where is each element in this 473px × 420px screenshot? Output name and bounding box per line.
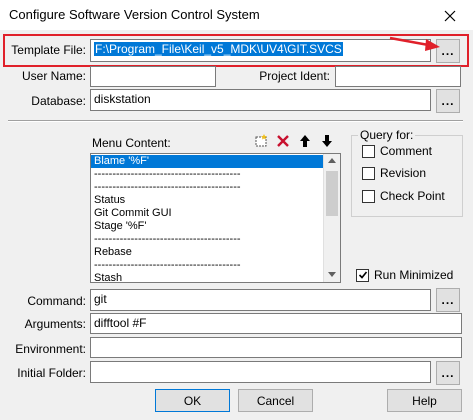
arguments-label: Arguments: (24, 317, 86, 331)
help-button[interactable]: Help (387, 389, 462, 412)
checkbox[interactable] (362, 166, 375, 180)
list-item[interactable]: ---------------------------------------- (91, 168, 324, 181)
delete-icon[interactable] (274, 133, 292, 149)
database-browse-button[interactable]: ... (436, 89, 460, 113)
separator (8, 120, 463, 122)
list-item[interactable]: Rebase (91, 246, 324, 259)
close-button[interactable] (427, 0, 473, 31)
environment-label: Environment: (15, 342, 86, 356)
window-title: Configure Software Version Control Syste… (9, 7, 260, 22)
initial-folder-browse-button[interactable]: ... (436, 361, 460, 385)
project-ident-label: Project Ident: (259, 69, 330, 83)
list-item[interactable]: Stage '%F' (91, 220, 324, 233)
query-option-revision[interactable]: Revision (362, 166, 426, 180)
checkmark-icon (358, 271, 367, 279)
user-name-label: User Name: (21, 69, 86, 83)
arguments-input[interactable]: difftool #F (90, 313, 462, 334)
environment-input[interactable] (90, 337, 462, 358)
menu-content-label: Menu Content: (92, 136, 171, 150)
checkbox-label: Comment (380, 144, 433, 158)
run-minimized-checkbox[interactable]: Run Minimized (356, 268, 453, 282)
project-ident-input[interactable] (335, 66, 461, 87)
list-item[interactable]: Git Commit GUI (91, 207, 324, 220)
scroll-thumb[interactable] (326, 171, 338, 216)
move-up-icon[interactable] (296, 133, 314, 149)
user-name-input[interactable] (90, 66, 216, 87)
command-label: Command: (27, 294, 86, 308)
menu-content-list[interactable]: Blame '%F' ------------------------------… (90, 153, 341, 283)
list-item[interactable]: ---------------------------------------- (91, 181, 324, 194)
checkbox-label: Revision (380, 166, 427, 180)
menu-toolbar (252, 133, 340, 151)
new-item-icon[interactable] (252, 133, 270, 149)
scroll-down-arrow[interactable] (328, 272, 336, 277)
checkbox[interactable] (362, 144, 375, 158)
template-file-value: F:\Program_File\Keil_v5_MDK\UV4\GIT.SVCS (94, 42, 343, 56)
annotation-arrow (389, 36, 440, 51)
scroll-up-arrow[interactable] (328, 158, 336, 163)
command-browse-button[interactable]: ... (436, 288, 460, 312)
command-input[interactable]: git (90, 289, 431, 311)
template-file-input[interactable]: F:\Program_File\Keil_v5_MDK\UV4\GIT.SVCS (90, 39, 431, 62)
list-item[interactable]: Blame '%F' (91, 155, 324, 168)
initial-folder-input[interactable] (90, 361, 431, 383)
ok-button[interactable]: OK (155, 389, 230, 412)
run-minimized-label: Run Minimized (374, 268, 454, 282)
cancel-button[interactable]: Cancel (238, 389, 313, 412)
database-label: Database: (31, 94, 86, 108)
move-down-icon[interactable] (318, 133, 336, 149)
query-for-title: Query for: (358, 128, 416, 142)
initial-folder-label: Initial Folder: (17, 366, 86, 380)
list-item[interactable]: ---------------------------------------- (91, 259, 324, 272)
close-icon (444, 10, 456, 21)
list-item[interactable]: ---------------------------------------- (91, 233, 324, 246)
template-file-label: Template File: (11, 43, 86, 57)
checkbox[interactable] (362, 189, 375, 203)
run-minimized-box[interactable] (356, 268, 369, 282)
list-item[interactable]: Status (91, 194, 324, 207)
query-option-comment[interactable]: Comment (362, 144, 432, 158)
checkbox-label: Check Point (380, 189, 445, 203)
menu-scrollbar[interactable] (323, 154, 340, 282)
query-option-check-point[interactable]: Check Point (362, 189, 445, 203)
list-item[interactable]: Stash (91, 272, 324, 282)
database-input[interactable]: diskstation (90, 89, 431, 111)
